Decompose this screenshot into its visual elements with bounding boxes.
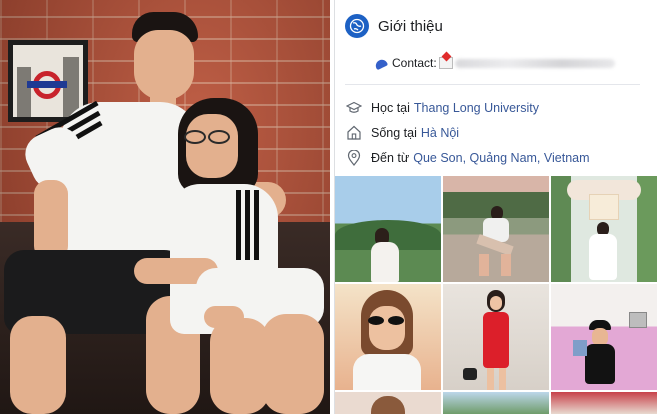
photo-tile[interactable] (551, 176, 657, 282)
location-pin-icon (345, 149, 363, 167)
intro-header: Giới thiệu (345, 12, 646, 40)
photo-tile[interactable] (443, 176, 549, 282)
intro-section: Giới thiệu Contact: Học tại Thang Long U… (335, 0, 656, 172)
photo-tile[interactable] (443, 284, 549, 390)
info-row-education: Học tại Thang Long University (345, 95, 646, 120)
link-hometown[interactable]: Que Son, Quảng Nam, Vietnam (413, 151, 589, 165)
photo-tile[interactable] (335, 284, 441, 390)
photo-tile[interactable] (443, 392, 549, 414)
contact-label: Contact: (392, 56, 437, 70)
photo-tile[interactable] (335, 392, 441, 414)
intro-title: Giới thiệu (378, 17, 443, 35)
divider (345, 84, 640, 85)
info-row-from: Đến từ Que Son, Quảng Nam, Vietnam (345, 145, 646, 170)
photo-tile[interactable] (551, 284, 657, 390)
link-school[interactable]: Thang Long University (414, 101, 539, 115)
globe-icon (345, 14, 369, 38)
contact-redacted (454, 58, 615, 68)
info-row-lives-in: Sống tại Hà Nội (345, 120, 646, 145)
mail-icon (438, 57, 453, 69)
graduation-cap-icon (345, 99, 363, 117)
couple-photo[interactable] (0, 0, 330, 414)
profile-intro-panel: Giới thiệu Contact: Học tại Thang Long U… (334, 0, 657, 414)
link-current-city[interactable]: Hà Nội (421, 126, 459, 140)
home-icon (345, 124, 363, 142)
phone-icon (375, 57, 389, 69)
photo-tile[interactable] (551, 392, 657, 414)
photo-grid (335, 174, 657, 414)
contact-line: Contact: (375, 52, 646, 74)
photo-tile[interactable] (335, 176, 441, 282)
